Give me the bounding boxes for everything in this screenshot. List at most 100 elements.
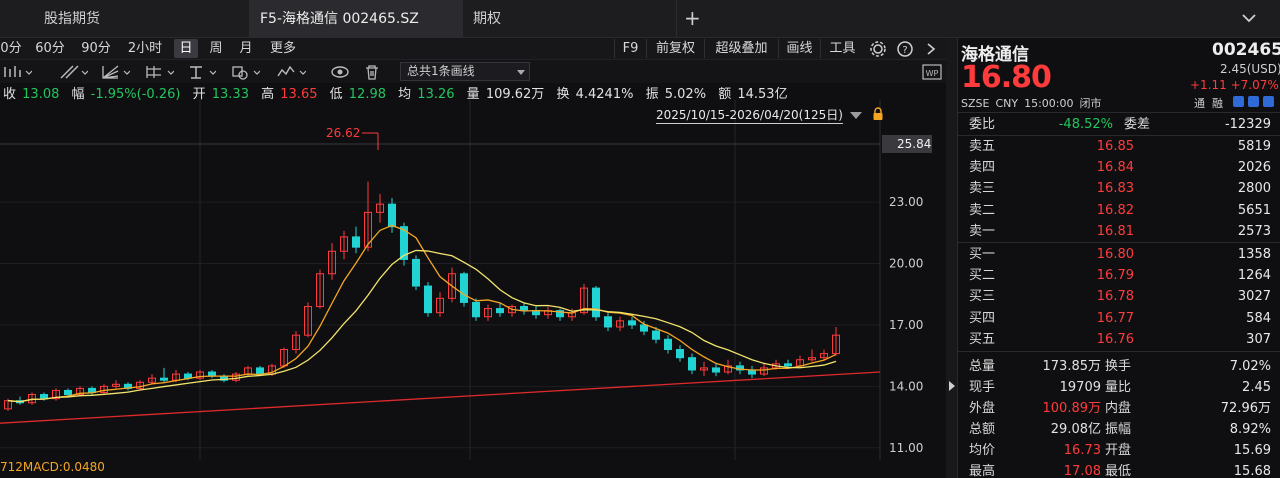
f9-button[interactable]: F9 bbox=[614, 39, 646, 58]
plus-icon[interactable]: + bbox=[684, 6, 701, 30]
stat-row: 均价 16.73 开盘 15.69 bbox=[958, 440, 1280, 461]
orderbook-row[interactable]: 卖一 16.81 2573 bbox=[958, 221, 1280, 242]
stat-value: 15.69 bbox=[1233, 443, 1271, 458]
candle bbox=[460, 273, 468, 303]
level-price: 16.84 bbox=[1096, 160, 1134, 176]
kline-chart[interactable]: 23.00 20.00 17.00 14.00 11.00 25.84 26.62 bbox=[0, 100, 946, 460]
parallel-icon[interactable] bbox=[144, 64, 174, 80]
candle bbox=[40, 394, 48, 400]
stat-label: 现手 bbox=[969, 380, 996, 395]
caret-down-icon[interactable] bbox=[850, 112, 862, 119]
edit-icon[interactable] bbox=[1233, 96, 1244, 107]
fan-icon[interactable] bbox=[100, 64, 130, 80]
shape-icon[interactable] bbox=[230, 64, 260, 80]
stat-label: 内盘 bbox=[1105, 401, 1132, 416]
tab-haige-telecom[interactable]: F5-海格通信 002465.SZ bbox=[250, 0, 463, 38]
gear-icon[interactable] bbox=[869, 40, 887, 58]
wave-icon[interactable] bbox=[276, 64, 306, 80]
period-month[interactable]: 月 bbox=[234, 39, 258, 58]
tong-label: 通 bbox=[1194, 97, 1205, 110]
level-volume: 2573 bbox=[1237, 223, 1271, 239]
trash-icon[interactable] bbox=[364, 64, 394, 80]
candle bbox=[640, 324, 648, 332]
edit-icon[interactable] bbox=[1263, 96, 1274, 107]
level-volume: 3027 bbox=[1237, 289, 1271, 305]
orderbook-row[interactable]: 卖五 16.85 5819 bbox=[958, 136, 1280, 157]
stat-label: 总额 bbox=[969, 422, 996, 437]
lock-icon[interactable] bbox=[872, 107, 884, 121]
stat-label: 均价 bbox=[969, 443, 996, 458]
level-label: 买二 bbox=[969, 268, 996, 284]
stat-value: 16.73 bbox=[1063, 443, 1101, 458]
macd-label: 712MACD:0.0480 bbox=[0, 460, 105, 474]
orderbook-row[interactable]: 买三 16.78 3027 bbox=[958, 286, 1280, 307]
level-price: 16.81 bbox=[1096, 223, 1134, 239]
candle bbox=[676, 349, 684, 359]
stat-value: 100.89万 bbox=[1042, 401, 1102, 416]
period-day[interactable]: 日 bbox=[174, 39, 198, 58]
stock-code: 002465 bbox=[1212, 40, 1280, 60]
level-price: 16.80 bbox=[1096, 247, 1134, 262]
date-range[interactable]: 2025/10/15-2026/04/20(125日) bbox=[656, 107, 843, 124]
level-volume: 2800 bbox=[1237, 181, 1271, 197]
candle bbox=[688, 357, 696, 371]
period-more[interactable]: 更多 bbox=[264, 39, 302, 58]
stat-value: 72.96万 bbox=[1220, 401, 1271, 416]
candle bbox=[496, 308, 504, 314]
stat-value: 7.02% bbox=[1229, 359, 1271, 374]
bar-tool-icon[interactable] bbox=[2, 64, 32, 80]
stat-label: 最高 bbox=[969, 464, 996, 478]
draw-line-button[interactable]: 画线 bbox=[778, 39, 820, 58]
drawing-selector[interactable]: 总共1条画线 bbox=[400, 62, 530, 81]
eye-icon[interactable] bbox=[330, 64, 360, 80]
level-price: 16.85 bbox=[1096, 139, 1134, 154]
orderbook-row[interactable]: 卖二 16.82 5651 bbox=[958, 200, 1280, 221]
divider bbox=[958, 351, 1280, 352]
weicha-label: 委差 bbox=[1124, 117, 1151, 132]
price-label-icon[interactable] bbox=[186, 64, 216, 80]
orderbook-row[interactable]: 买五 16.76 307 bbox=[958, 329, 1280, 350]
level-label: 买五 bbox=[969, 331, 996, 347]
tab-index-futures[interactable]: 股指期货 bbox=[34, 0, 250, 38]
candle bbox=[352, 236, 360, 248]
fq-button[interactable]: 前复权 bbox=[646, 39, 704, 58]
period-30min[interactable]: 0分 bbox=[0, 39, 22, 58]
candle bbox=[424, 285, 432, 314]
level-volume: 584 bbox=[1246, 310, 1271, 326]
trend-line-icon[interactable] bbox=[58, 64, 88, 80]
high-marker-label: 26.62 bbox=[326, 126, 360, 140]
period-60min[interactable]: 60分 bbox=[32, 39, 68, 58]
candle bbox=[472, 301, 480, 318]
stat-label: 总量 bbox=[969, 359, 996, 374]
chevron-down-icon[interactable] bbox=[1240, 9, 1258, 27]
market-info: SZSE CNY 15:00:00 闭市 bbox=[961, 95, 1108, 111]
orderbook-row[interactable]: 买四 16.77 584 bbox=[958, 308, 1280, 329]
orderbook-row[interactable]: 买二 16.79 1264 bbox=[958, 265, 1280, 286]
stat-label: 换手 bbox=[1105, 359, 1132, 374]
change-amount: +1.11 bbox=[1190, 78, 1227, 92]
help-icon[interactable]: ? bbox=[896, 40, 914, 58]
market-status: 闭市 bbox=[1079, 97, 1102, 110]
ma10-line bbox=[7, 249, 837, 403]
orderbook-row[interactable]: 买一 16.80 1358 bbox=[958, 244, 1280, 265]
orderbook-row[interactable]: 卖三 16.83 2800 bbox=[958, 178, 1280, 199]
tab-options[interactable]: 期权 bbox=[463, 0, 677, 38]
period-week[interactable]: 周 bbox=[204, 39, 228, 58]
period-90min[interactable]: 90分 bbox=[78, 39, 114, 58]
level-label: 卖五 bbox=[969, 139, 996, 154]
wp-icon[interactable]: WP bbox=[922, 64, 942, 80]
level-volume: 1358 bbox=[1237, 247, 1271, 262]
chevron-right-icon[interactable] bbox=[924, 41, 938, 57]
ma5-line bbox=[7, 224, 837, 403]
edit-icon[interactable] bbox=[1248, 96, 1259, 107]
caret-down-icon bbox=[517, 70, 525, 75]
period-2hour[interactable]: 2小时 bbox=[124, 39, 166, 58]
collapse-arrow-icon[interactable] bbox=[948, 380, 956, 392]
orderbook-row[interactable]: 卖四 16.84 2026 bbox=[958, 157, 1280, 178]
level-price: 16.83 bbox=[1096, 181, 1134, 197]
y-tick-label: 23.00 bbox=[889, 195, 923, 209]
currency: CNY bbox=[995, 97, 1019, 110]
tools-button[interactable]: 工具 bbox=[820, 39, 864, 58]
overlay-button[interactable]: 超级叠加 bbox=[704, 39, 778, 58]
level-label: 卖四 bbox=[969, 160, 996, 176]
